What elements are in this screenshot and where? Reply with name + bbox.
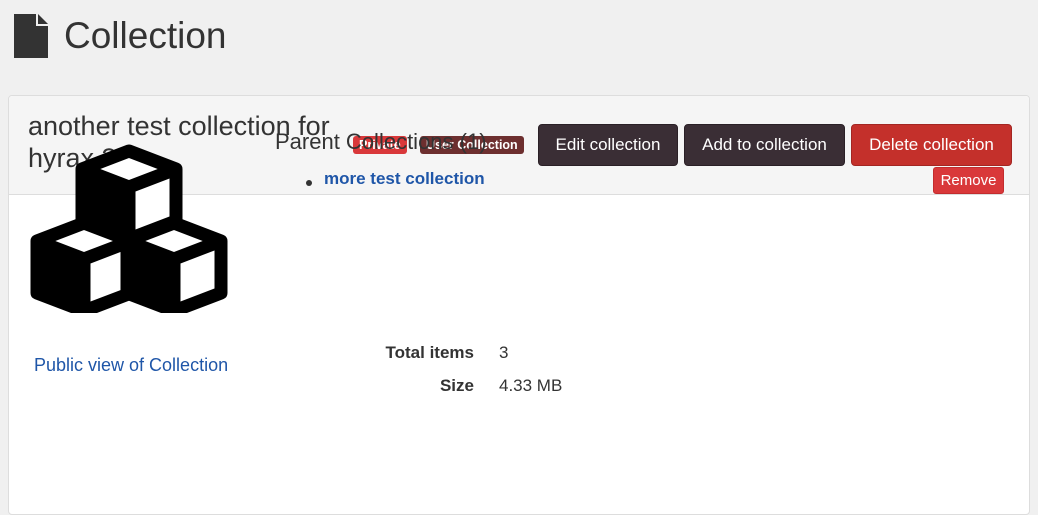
- edit-collection-button[interactable]: Edit collection: [538, 124, 678, 166]
- document-icon: [14, 14, 48, 58]
- public-view-link[interactable]: Public view of Collection: [34, 355, 228, 376]
- size-label: Size: [439, 376, 474, 395]
- parent-collection-link[interactable]: more test collection: [324, 169, 485, 189]
- page-header: Collection: [14, 14, 226, 58]
- total-items-label: Total items: [385, 343, 474, 362]
- delete-collection-button[interactable]: Delete collection: [851, 124, 1012, 166]
- size-value: 4.33 MB: [499, 376, 563, 395]
- list-bullet: [306, 180, 312, 186]
- remove-parent-button[interactable]: Remove: [933, 167, 1004, 194]
- total-items-value: 3: [499, 343, 509, 362]
- add-to-collection-button[interactable]: Add to collection: [684, 124, 845, 166]
- cubes-icon: [30, 144, 228, 313]
- parent-collections-heading: Parent Collections (1): [275, 129, 487, 154]
- page-title: Collection: [64, 15, 227, 56]
